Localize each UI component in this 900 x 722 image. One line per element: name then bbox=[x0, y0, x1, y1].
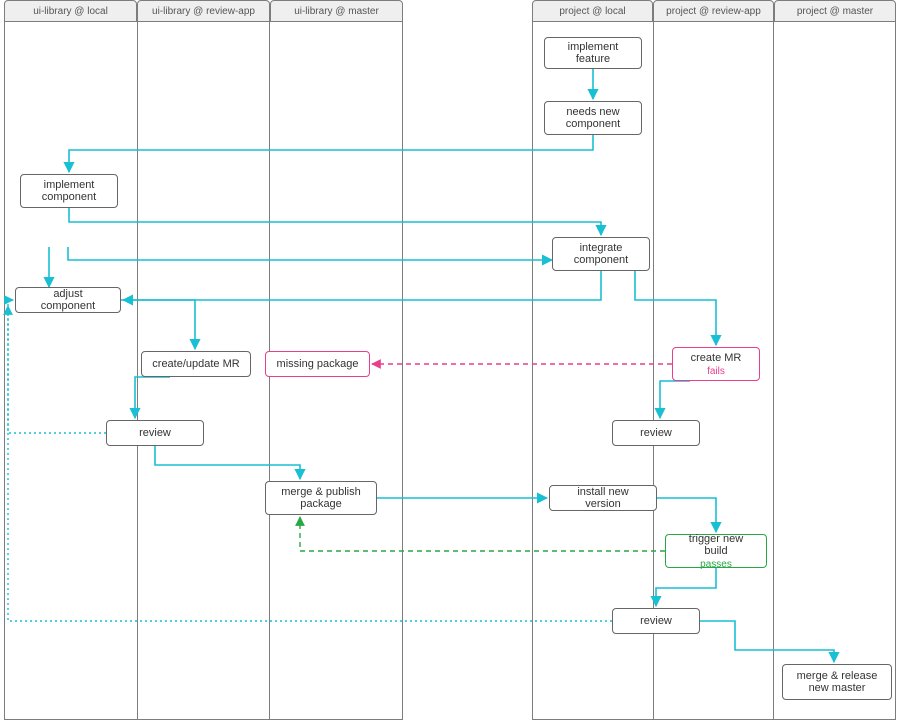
lane-bottom bbox=[532, 719, 896, 720]
lane-header-proj-master: project @ master bbox=[774, 0, 896, 22]
lane-body bbox=[4, 22, 137, 720]
node-review-project: review bbox=[612, 420, 700, 446]
node-label: create MR bbox=[691, 352, 742, 364]
lane-header-proj-review: project @ review-app bbox=[653, 0, 774, 22]
lane-header-uilib-review: ui-library @ review-app bbox=[137, 0, 270, 22]
lane-header-uilib-local: ui-library @ local bbox=[4, 0, 137, 22]
node-status: passes bbox=[700, 559, 732, 570]
lane-header-proj-local: project @ local bbox=[532, 0, 653, 22]
node-adjust-component: adjust component bbox=[15, 287, 121, 313]
lane-body bbox=[774, 22, 896, 720]
lane-header-uilib-master: ui-library @ master bbox=[270, 0, 403, 22]
node-label: trigger new build bbox=[676, 533, 756, 557]
node-merge-publish: merge & publish package bbox=[265, 481, 377, 515]
node-implement-component: implement component bbox=[20, 174, 118, 208]
node-merge-release-master: merge & release new master bbox=[782, 664, 892, 700]
node-review-final: review bbox=[612, 608, 700, 634]
node-needs-component: needs new component bbox=[544, 101, 642, 135]
node-trigger-build: trigger new build passes bbox=[665, 534, 767, 568]
node-create-update-mr: create/update MR bbox=[141, 351, 251, 377]
node-status: fails bbox=[707, 366, 725, 377]
lane-bottom bbox=[4, 719, 403, 720]
node-create-mr-project: create MR fails bbox=[672, 347, 760, 381]
node-implement-feature: implement feature bbox=[544, 37, 642, 69]
node-integrate-component: integrate component bbox=[552, 237, 650, 271]
node-missing-package: missing package bbox=[265, 351, 370, 377]
node-install-new-version: install new version bbox=[549, 485, 657, 511]
node-review-ui: review bbox=[106, 420, 204, 446]
